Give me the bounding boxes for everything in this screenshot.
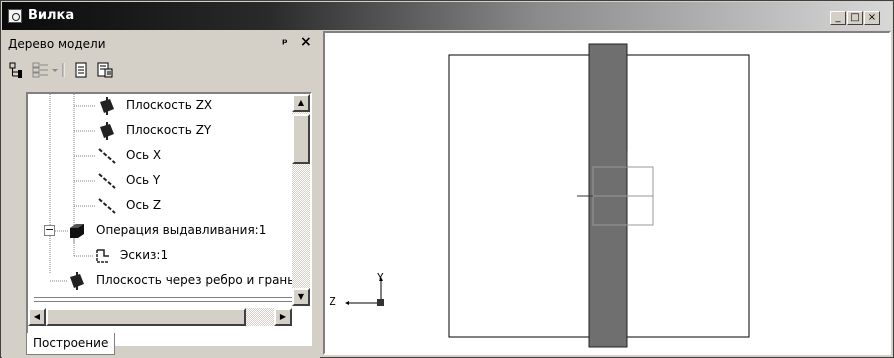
model-drawing — [448, 43, 750, 348]
panel-title: Дерево модели — [8, 37, 106, 51]
plane-icon — [70, 272, 84, 290]
tree-item-sketch[interactable]: Эскиз:1 — [28, 244, 290, 268]
tree-item-label: Ось X — [126, 148, 162, 162]
tree-item-plane-edge-face[interactable]: Плоскость через ребро и грань — [28, 269, 294, 293]
chevron-down-icon[interactable] — [50, 61, 60, 79]
title-bar[interactable]: Вилка _ □ × — [2, 2, 892, 30]
toolbar-separator — [62, 63, 65, 77]
document-list-icon[interactable] — [72, 61, 90, 79]
window-title: Вилка — [28, 8, 75, 23]
collapse-toggle[interactable]: − — [44, 224, 55, 236]
document-edit-icon[interactable] — [96, 61, 114, 79]
tree-item-label: Плоскость ZY — [126, 123, 212, 137]
scroll-left-button[interactable]: ◀ — [28, 308, 46, 326]
tree-structure-icon[interactable] — [8, 61, 26, 79]
model-viewport[interactable]: Y Z — [323, 31, 891, 355]
axis-icon — [98, 173, 116, 189]
scroll-up-button[interactable]: ▲ — [292, 94, 310, 112]
plane-icon — [100, 122, 114, 140]
tree-item-axis-y[interactable]: Ось Y — [28, 169, 290, 193]
horizontal-scrollbar[interactable]: ◀ ▶ — [28, 308, 292, 326]
document-icon — [8, 9, 22, 23]
tree-item-plane-zx[interactable]: Плоскость ZX — [28, 94, 290, 118]
tree-item-label: Плоскость через ребро и грань — [96, 273, 295, 287]
tab-construction[interactable]: Построение — [26, 333, 116, 355]
tree-item-label: Плоскость ZX — [126, 98, 213, 112]
tree-divider — [34, 297, 292, 302]
scroll-thumb[interactable] — [292, 114, 310, 164]
scroll-down-button[interactable]: ▼ — [292, 288, 310, 306]
model-tree[interactable]: Плоскость ZX Плоскость ZY Ось X Ось Y Ос… — [26, 92, 312, 346]
axis-icon — [98, 148, 116, 164]
list-view-icon[interactable] — [32, 61, 50, 79]
tree-item-label: Ось Y — [126, 173, 161, 187]
axis-icon — [98, 198, 116, 214]
y-axis-label: Y — [377, 271, 384, 284]
scroll-right-button[interactable]: ▶ — [274, 308, 292, 326]
tree-item-extrusion[interactable]: − Операция выдавливания:1 — [28, 219, 290, 243]
tree-item-axis-z[interactable]: Ось Z — [28, 194, 290, 218]
plane-icon — [100, 97, 114, 115]
z-axis-label: Z — [329, 295, 336, 308]
tree-item-plane-zy[interactable]: Плоскость ZY — [28, 119, 290, 143]
vertical-scrollbar[interactable]: ▲ ▼ — [292, 94, 310, 306]
tree-item-label: Ось Z — [126, 198, 162, 212]
panel-header: Дерево модели ᵖ × — [6, 34, 316, 52]
tree-item-axis-x[interactable]: Ось X — [28, 144, 290, 168]
pin-icon[interactable]: ᵖ — [282, 36, 288, 50]
minimize-button[interactable]: _ — [830, 11, 846, 25]
tree-item-label: Операция выдавливания:1 — [96, 223, 267, 237]
panel-close-icon[interactable]: × — [300, 34, 312, 50]
close-button[interactable]: × — [864, 11, 880, 25]
extrusion-icon — [70, 224, 84, 238]
sketch-icon — [96, 249, 109, 263]
hscroll-thumb[interactable] — [46, 308, 246, 326]
tree-toolbar — [6, 57, 316, 83]
maximize-button[interactable]: □ — [847, 11, 863, 25]
tree-item-label: Эскиз:1 — [120, 248, 169, 262]
cad-window: Вилка _ □ × Дерево модели ᵖ × Плоскость … — [0, 0, 894, 358]
model-tree-panel: Дерево модели ᵖ × Плоскость ZX Плоскость… — [2, 31, 320, 358]
